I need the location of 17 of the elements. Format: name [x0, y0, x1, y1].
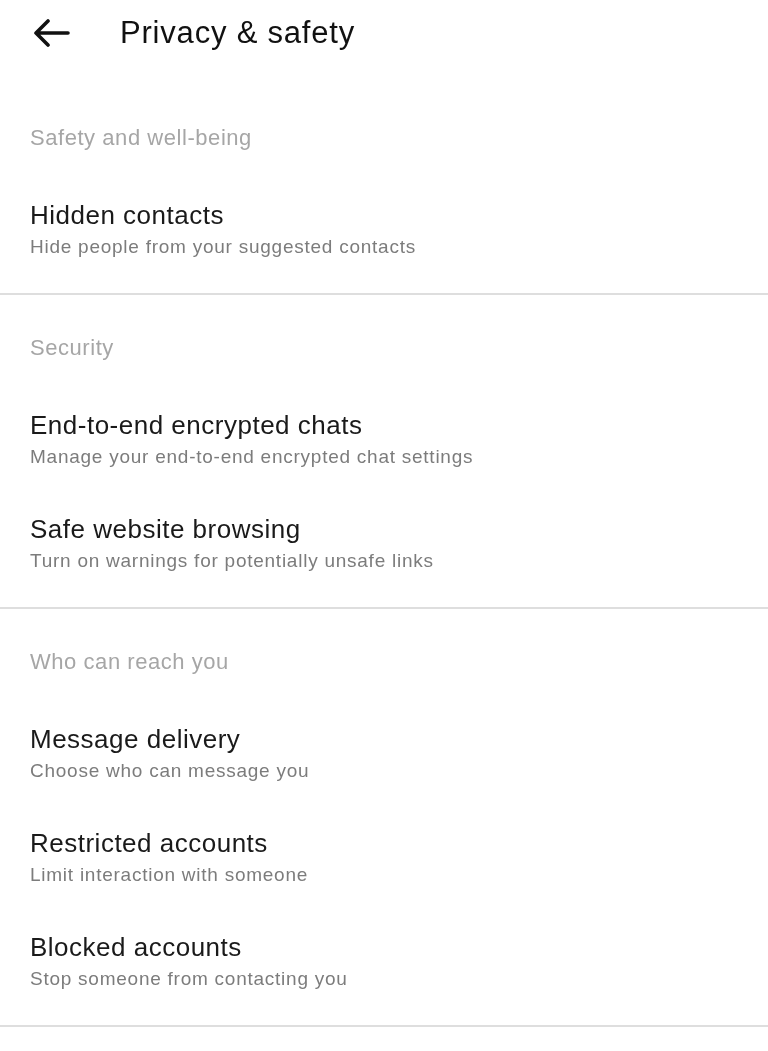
page-title: Privacy & safety: [120, 14, 356, 52]
setting-description: Stop someone from contacting you: [30, 967, 348, 991]
section-heading: Security: [30, 335, 114, 360]
section-heading: Safety and well-being: [30, 125, 252, 150]
setting-description: Limit interaction with someone: [30, 863, 309, 887]
setting-description: Hide people from your suggested contacts: [30, 235, 416, 259]
setting-title[interactable]: Safe website browsing: [30, 513, 301, 545]
setting-description: Manage your end-to-end encrypted chat settings: [30, 445, 474, 469]
section-heading: Who can reach you: [30, 649, 229, 674]
setting-title[interactable]: Message delivery: [30, 723, 241, 755]
setting-title[interactable]: Restricted accounts: [30, 827, 268, 859]
setting-description: Turn on warnings for potentially unsafe links: [30, 549, 434, 573]
setting-description: Choose who can message you: [30, 759, 310, 783]
setting-title[interactable]: Blocked accounts: [30, 931, 242, 963]
setting-title[interactable]: End-to-end encrypted chats: [30, 409, 363, 441]
setting-title[interactable]: Hidden contacts: [30, 199, 224, 231]
back-arrow-icon[interactable]: [34, 19, 70, 47]
